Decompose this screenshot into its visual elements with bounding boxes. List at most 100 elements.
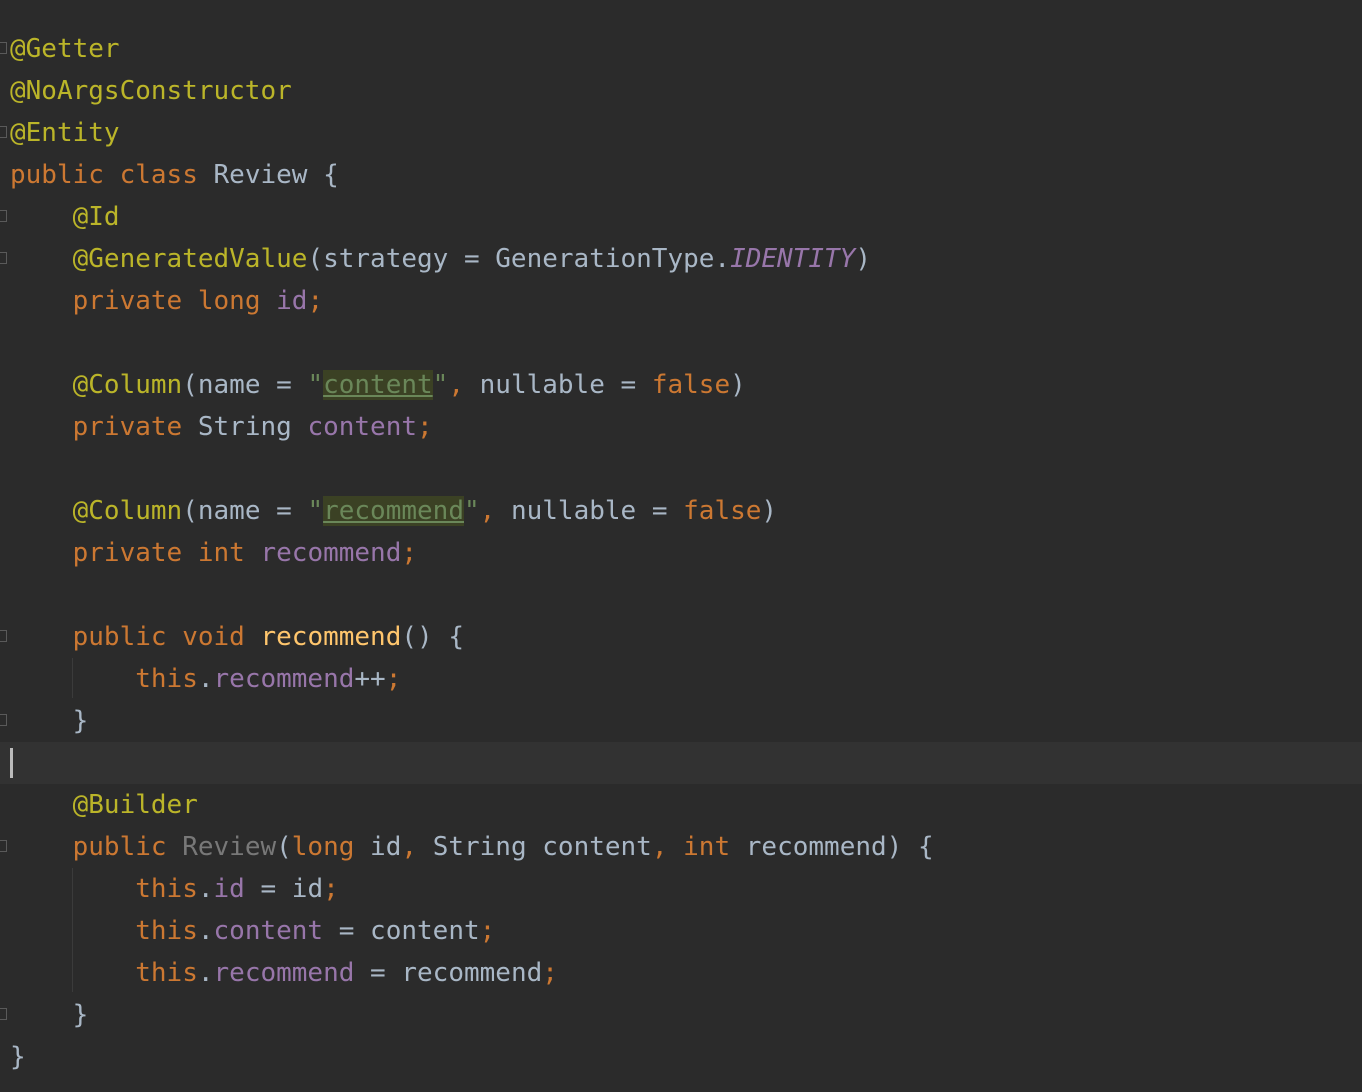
class-name: Review [213,160,308,190]
field-recommend: recommend [213,958,355,988]
code-line[interactable]: this.id = id; [10,868,339,910]
string-quote: " [432,370,449,400]
type-string: String [432,832,527,862]
keyword-this: this [135,916,198,946]
annotation-getter: @Getter [10,34,120,64]
constant-identity: IDENTITY [730,244,856,274]
assign-content: = content [323,916,480,946]
fold-marker-icon[interactable] [0,210,7,222]
paren-close: ) [730,370,746,400]
field-content: content [307,412,418,442]
code-line[interactable]: @NoArgsConstructor [10,70,292,112]
fold-marker-icon[interactable] [0,630,7,642]
annotation-column: @Column [72,496,183,526]
brace-close: } [72,706,89,736]
name-arg: (name = [182,370,308,400]
code-line[interactable]: private String content; [10,406,433,448]
keyword-long: long [197,286,261,316]
paren-open: ( [276,832,292,862]
type-string: String [197,412,292,442]
code-editor[interactable]: @Getter @NoArgsConstructor @Entity publi… [0,0,1362,1092]
strategy-args: (strategy = GenerationType. [307,244,731,274]
code-line[interactable]: } [10,700,89,742]
semicolon: ; [385,664,402,694]
keyword-this: this [135,958,198,988]
keyword-void: void [182,622,245,652]
keyword-false: false [651,370,731,400]
fold-marker-icon[interactable] [0,252,7,264]
dot: . [197,958,214,988]
keyword-this: this [135,874,198,904]
code-line[interactable]: this.recommend = recommend; [10,952,558,994]
keyword-public: public [10,160,104,190]
comma: , [651,832,668,862]
dot: . [197,874,214,904]
code-line[interactable]: @Id [10,196,120,238]
fold-marker-icon[interactable] [0,1008,7,1020]
annotation-builder: @Builder [72,790,198,820]
param-id: id [354,832,402,862]
field-id: id [213,874,245,904]
code-line[interactable]: @Getter [10,28,120,70]
code-line[interactable]: this.content = content; [10,910,495,952]
code-line[interactable]: private long id; [10,280,323,322]
string-content-highlighted: content [323,370,433,400]
paren-close: ) [761,496,778,526]
brace-open: { [448,622,464,652]
keyword-class: class [119,160,198,190]
nullable-arg: nullable = [463,370,652,400]
field-recommend: recommend [213,664,355,694]
keyword-false: false [683,496,762,526]
string-quote: " [463,496,480,526]
keyword-int: int [683,832,731,862]
assign-recommend: = recommend [354,958,543,988]
paren-close: ) [855,244,871,274]
increment-op: ++ [354,664,386,694]
name-arg: (name = [182,496,308,526]
string-quote: " [307,370,324,400]
semicolon: ; [307,286,324,316]
semicolon: ; [417,412,433,442]
code-line[interactable]: this.recommend++; [10,658,401,700]
field-id: id [276,286,308,316]
fold-marker-icon[interactable] [0,126,7,138]
comma: , [479,496,496,526]
code-line[interactable]: public class Review { [10,154,339,196]
keyword-private: private [72,286,183,316]
semicolon: ; [401,538,418,568]
string-recommend-highlighted: recommend [323,496,464,526]
code-line[interactable]: @GeneratedValue(strategy = GenerationTyp… [10,238,871,280]
keyword-this: this [135,664,198,694]
fold-marker-icon[interactable] [0,714,7,726]
code-line[interactable]: } [10,1036,26,1078]
param-content: content [526,832,652,862]
dot: . [197,916,214,946]
keyword-long: long [291,832,355,862]
empty-parens: () [401,622,433,652]
code-line[interactable]: @Builder [10,784,198,826]
code-line[interactable]: } [10,994,89,1036]
annotation-id: @Id [72,202,120,232]
annotation-no-args-constructor: @NoArgsConstructor [10,76,292,106]
semicolon: ; [323,874,339,904]
text-caret [10,748,13,778]
field-content: content [213,916,324,946]
code-line[interactable]: @Column(name = "content", nullable = fal… [10,364,746,406]
code-line[interactable]: @Column(name = "recommend", nullable = f… [10,490,777,532]
keyword-public: public [72,832,167,862]
string-quote: " [307,496,324,526]
constructor-name: Review [182,832,277,862]
keyword-private: private [72,538,183,568]
assign-id: = id [244,874,324,904]
keyword-public: public [72,622,167,652]
code-line[interactable]: public Review(long id, String content, i… [10,826,934,868]
fold-marker-icon[interactable] [0,42,7,54]
code-line[interactable]: @Entity [10,112,120,154]
fold-marker-icon[interactable] [0,840,7,852]
field-recommend: recommend [260,538,402,568]
brace-close: } [10,1042,26,1072]
dot: . [197,664,214,694]
keyword-int: int [197,538,245,568]
code-line[interactable]: private int recommend; [10,532,417,574]
code-line[interactable]: public void recommend() { [10,616,464,658]
